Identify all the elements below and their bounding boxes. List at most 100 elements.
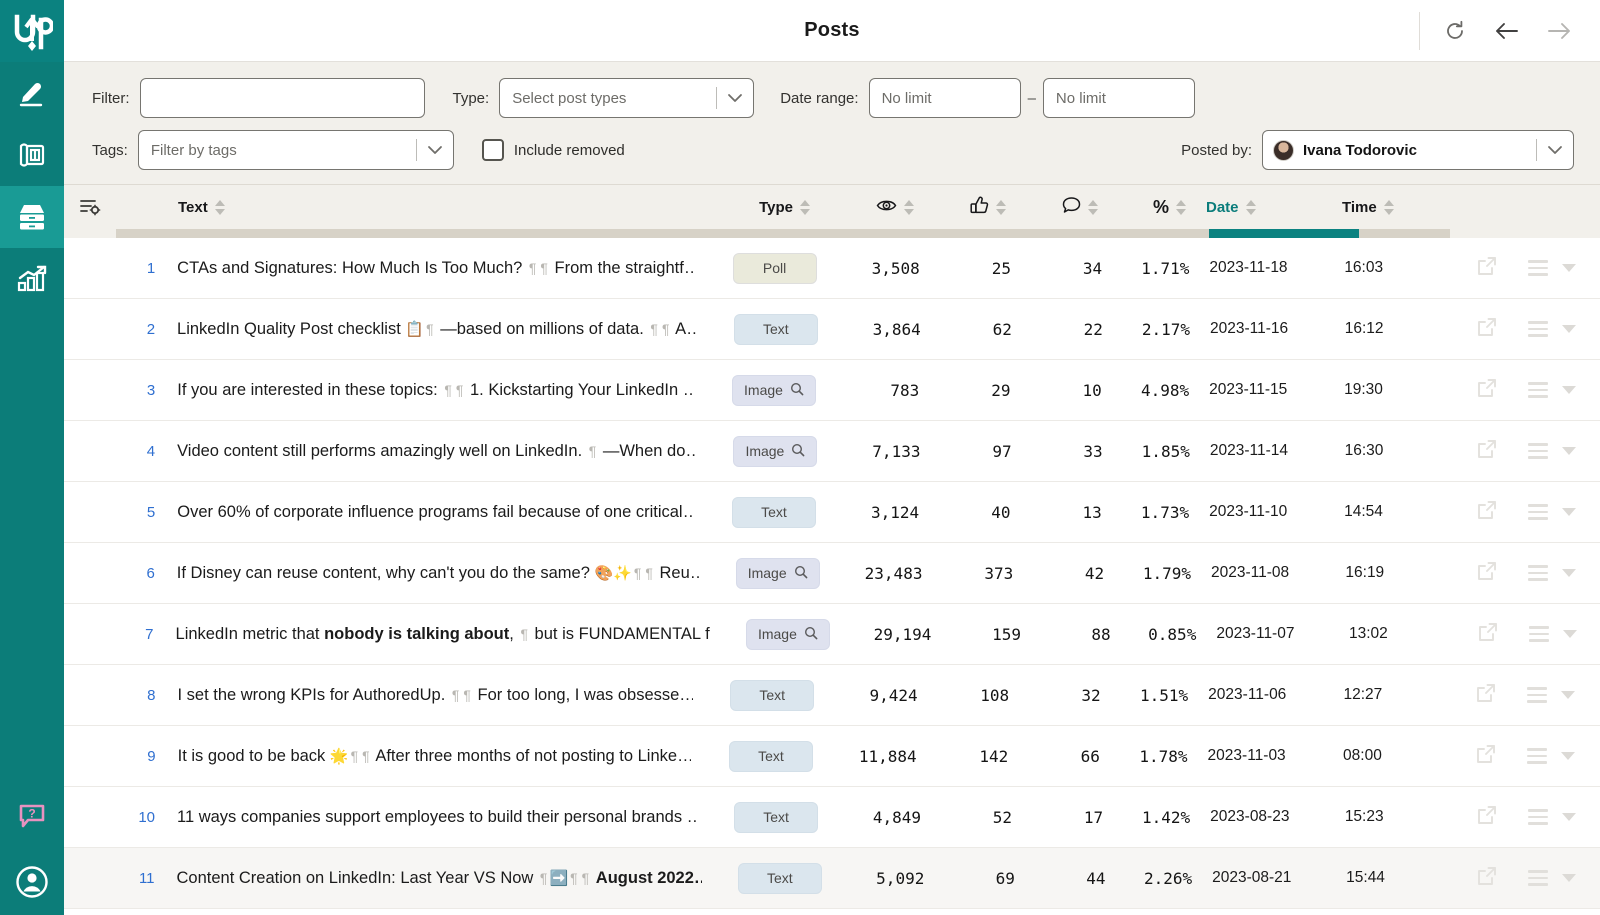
external-link-icon[interactable] [1476,865,1498,892]
type-badge-label: Text [758,748,784,764]
post-text[interactable]: I set the wrong KPIs for AuthoredUp. ¶ ¶ … [155,665,692,726]
table-row[interactable]: 5 Over 60% of corporate influence program… [64,482,1600,543]
sort-arrows[interactable] [996,199,1006,215]
external-link-icon[interactable] [1476,438,1498,465]
refresh-button[interactable] [1442,18,1468,44]
external-link-icon[interactable] [1475,682,1497,709]
chevron-down-icon[interactable] [1537,145,1573,155]
sort-arrows[interactable] [1176,199,1186,215]
column-header-text[interactable]: Text [156,185,688,229]
sort-arrows[interactable] [1245,199,1256,215]
table-row[interactable]: 2 LinkedIn Quality Post checklist 📋 ¶ —bas… [64,299,1600,360]
caret-down-icon[interactable] [1561,569,1576,577]
column-header-percent[interactable]: % [1102,185,1190,229]
post-text[interactable]: It is good to be back 🌟 ¶ ¶ After three mo… [156,726,692,787]
column-header-date[interactable]: Date [1190,185,1330,229]
column-header-type[interactable]: Type [688,185,820,229]
post-text[interactable]: CTAs and Signatures: How Much Is Too Muc… [155,238,696,299]
up-logo-icon [14,14,53,51]
include-removed-checkbox[interactable]: Include removed [481,139,625,161]
external-link-icon[interactable] [1476,804,1498,831]
date-to-input[interactable]: No limit [1042,78,1195,118]
hamburger-menu-icon[interactable] [1527,260,1548,276]
hamburger-menu-icon[interactable] [1527,748,1548,764]
sort-arrows[interactable] [1088,199,1098,215]
caret-down-icon[interactable] [1563,630,1578,638]
table-row[interactable]: 10 11 ways companies support employees to… [64,787,1600,848]
sort-arrows[interactable] [214,199,225,215]
sort-arrows[interactable] [1383,199,1394,215]
external-link-icon[interactable] [1477,621,1499,648]
date-from-input[interactable]: No limit [868,78,1021,118]
hamburger-menu-icon[interactable] [1527,443,1548,459]
post-text[interactable]: Content Creation on LinkedIn: Last Year … [155,848,702,909]
caret-down-icon[interactable] [1561,447,1576,455]
sidebar-item-editor[interactable] [0,62,64,124]
hamburger-menu-icon[interactable] [1529,626,1550,642]
sort-arrows[interactable] [904,199,914,215]
post-text[interactable]: Over 60% of corporate influence programs… [155,482,695,543]
caret-down-icon[interactable] [1562,874,1577,882]
table-row[interactable]: 6 If Disney can reuse content, why can't … [64,543,1600,604]
caret-down-icon[interactable] [1561,813,1576,821]
magnifier-icon[interactable] [804,626,818,643]
post-text[interactable]: LinkedIn Quality Post checklist 📋 ¶ —base… [155,299,697,360]
sidebar-item-account[interactable] [0,849,64,915]
sidebar-item-help[interactable]: ? [0,783,64,849]
post-text[interactable]: If you are interested in these topics: ¶… [155,360,695,421]
external-link-icon[interactable] [1476,560,1498,587]
external-link-icon[interactable] [1476,255,1498,282]
hamburger-menu-icon[interactable] [1527,687,1548,703]
external-link-icon[interactable] [1476,316,1498,343]
posted-by-select[interactable]: Ivana Todorovic [1262,130,1574,170]
hamburger-menu-icon[interactable] [1527,321,1548,337]
post-text[interactable]: If Disney can reuse content, why can't y… [155,543,700,604]
chevron-down-icon[interactable] [717,93,753,103]
magnifier-icon[interactable] [794,565,808,582]
table-row[interactable]: 4 Video content still performs amazingly … [64,421,1600,482]
sidebar-item-posts[interactable] [0,186,64,248]
post-text[interactable]: 11 ways companies support employees to b… [155,787,697,848]
column-header-views[interactable] [820,185,918,229]
magnifier-icon[interactable] [790,382,804,399]
table-row[interactable]: 9 It is good to be back 🌟 ¶ ¶ After three m… [64,726,1600,787]
external-link-icon[interactable] [1475,743,1497,770]
hamburger-menu-icon[interactable] [1527,565,1548,581]
post-text[interactable]: Video content still performs amazingly w… [155,421,697,482]
caret-down-icon[interactable] [1561,264,1576,272]
type-select[interactable]: Select post types [499,78,755,118]
caret-down-icon[interactable] [1561,752,1576,760]
horizontal-scrollbar[interactable] [64,229,1600,238]
column-settings-button[interactable] [64,185,116,229]
back-button[interactable] [1494,18,1520,44]
caret-down-icon[interactable] [1561,508,1576,516]
table-row[interactable]: 8I set the wrong KPIs for AuthoredUp. ¶ ¶… [64,665,1600,726]
sort-arrows[interactable] [800,199,810,215]
external-link-icon[interactable] [1476,377,1498,404]
table-row[interactable]: 7 LinkedIn metric that nobody is talking … [64,604,1600,665]
caret-down-icon[interactable] [1561,325,1576,333]
filter-input[interactable] [139,78,425,118]
type-badge: Image [735,557,820,589]
app-logo[interactable] [0,0,64,62]
external-link-icon[interactable] [1476,499,1498,526]
sidebar-item-analytics[interactable] [0,248,64,310]
hamburger-menu-icon[interactable] [1527,809,1548,825]
magnifier-icon[interactable] [791,443,805,460]
column-header-likes[interactable] [918,185,1010,229]
tags-select[interactable]: Filter by tags [137,130,454,170]
post-text[interactable]: LinkedIn metric that nobody is talking a… [154,604,712,665]
chevron-down-icon[interactable] [417,145,453,155]
column-header-time[interactable]: Time [1330,185,1450,229]
table-row[interactable]: 3 If you are interested in these topics: … [64,360,1600,421]
hamburger-menu-icon[interactable] [1527,382,1548,398]
hamburger-menu-icon[interactable] [1528,870,1549,886]
column-header-comments[interactable] [1010,185,1102,229]
forward-button[interactable] [1546,18,1572,44]
table-row[interactable]: 11 Content Creation on LinkedIn: Last Yea… [64,848,1600,909]
table-row[interactable]: 1 CTAs and Signatures: How Much Is Too Mu… [64,238,1600,299]
caret-down-icon[interactable] [1561,386,1576,394]
hamburger-menu-icon[interactable] [1527,504,1548,520]
caret-down-icon[interactable] [1561,691,1576,699]
sidebar-item-templates[interactable] [0,124,64,186]
